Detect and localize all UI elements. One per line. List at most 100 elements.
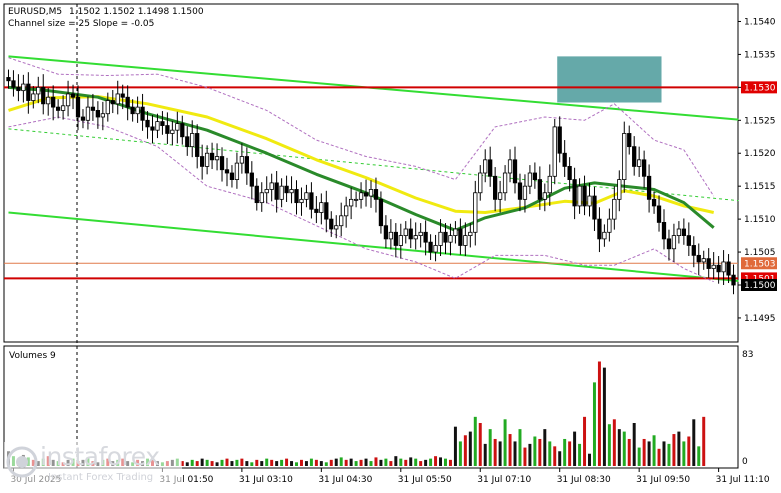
price-tick-label: 1.1520	[744, 149, 776, 159]
candle-body	[348, 198, 354, 207]
candle-body	[691, 245, 696, 256]
candle-body	[716, 264, 721, 273]
candle-body	[607, 218, 612, 233]
candle-body	[651, 198, 657, 207]
candle-body	[701, 258, 706, 263]
candle-body	[160, 121, 165, 126]
candle-body	[259, 192, 264, 204]
candle-body	[269, 182, 274, 190]
candle-body	[637, 159, 642, 167]
candle-body	[438, 231, 443, 246]
candle-body	[125, 96, 130, 108]
candle-body	[219, 156, 225, 171]
quote-label: 1.1502 1.1502 1.1498 1.1500	[69, 7, 204, 17]
candle-body	[711, 264, 716, 269]
candle-body	[339, 215, 344, 227]
candle-body	[522, 185, 528, 200]
candle-body	[363, 192, 369, 197]
candle-body	[726, 261, 731, 276]
candle-body	[721, 261, 726, 273]
level-label-text: 1.1500	[744, 281, 776, 291]
candle-body	[289, 189, 294, 194]
candle-body	[646, 175, 652, 200]
candle-body	[170, 129, 175, 134]
trading-chart[interactable]: 1.1540 1.1535 1.1530 1.1525 1.1520 1.1515 1.15…	[0, 0, 781, 489]
candle-body	[11, 80, 16, 88]
candle-body	[249, 172, 254, 187]
candle-body	[324, 202, 329, 220]
candle-body	[51, 96, 56, 108]
candle-body	[706, 258, 711, 269]
candle-body	[90, 106, 96, 111]
candle-body	[572, 179, 577, 207]
candle-body	[150, 126, 155, 131]
candle-body	[274, 182, 279, 200]
candle-body	[686, 235, 691, 246]
candle-body	[413, 235, 418, 240]
candle-body	[204, 152, 210, 167]
candle-body	[314, 208, 319, 213]
candle-body	[36, 86, 41, 95]
candle-body	[135, 106, 140, 115]
candle-body	[130, 106, 135, 115]
price-tick-label: 1.1515	[744, 182, 776, 192]
candle-body	[304, 192, 309, 200]
candle-body	[641, 159, 647, 177]
level-label-text: 1.1503	[744, 259, 776, 269]
candle-body	[319, 202, 324, 213]
candle-body	[105, 100, 110, 115]
candle-body	[627, 133, 632, 148]
candle-body	[488, 159, 493, 177]
candle-body	[80, 116, 86, 121]
instaforex-watermark: instaforex Instant Forex Trading	[4, 442, 182, 486]
candle-body	[175, 123, 180, 131]
price-tick-label: 1.1505	[744, 248, 776, 258]
candle-body	[70, 93, 76, 98]
candle-body	[120, 93, 125, 98]
candle-body	[473, 192, 478, 233]
candle-body	[200, 156, 205, 167]
candle-body	[344, 205, 349, 217]
candle-body	[264, 189, 269, 194]
candle-body	[497, 192, 503, 200]
candle-body	[507, 159, 513, 174]
candle-body	[537, 179, 542, 200]
candle-body	[656, 205, 662, 223]
candle-body	[681, 228, 686, 236]
candle-body	[56, 106, 61, 111]
candle-body	[468, 231, 473, 236]
candle-body	[334, 225, 339, 230]
time-tick-label: 31 Jul 07:10	[477, 475, 531, 485]
candle-body	[115, 93, 120, 105]
volume-axis-zero: 0	[742, 457, 748, 467]
candle-body	[373, 189, 379, 200]
candle-body	[299, 198, 304, 204]
candle-body	[244, 156, 249, 174]
volume-panel-title: Volumes 9	[9, 351, 56, 361]
candle-body	[16, 86, 21, 92]
candle-body	[676, 228, 682, 236]
candle-body	[60, 105, 66, 111]
time-tick-label: 31 Jul 03:10	[239, 475, 293, 485]
candle-body	[85, 106, 91, 121]
candle-body	[567, 166, 572, 180]
candle-body	[622, 133, 627, 180]
channel-size-label: Channel size = 25 Slope = -0.05	[8, 19, 154, 29]
candle-body	[493, 175, 498, 200]
candle-body	[502, 172, 508, 194]
candle-body	[195, 133, 200, 157]
candle-body	[512, 159, 518, 184]
candle-body	[532, 172, 538, 180]
watermark-brand: instaforex	[40, 442, 160, 471]
candle-body	[517, 182, 523, 200]
candle-body	[234, 162, 240, 180]
candle-body	[433, 245, 438, 253]
candle-body	[423, 231, 428, 243]
symbol-label: EURUSD,M5	[8, 7, 62, 17]
price-tick-label: 1.1525	[744, 116, 776, 126]
candle-body	[398, 235, 403, 246]
candle-body	[587, 195, 592, 207]
candle-body	[284, 185, 289, 194]
candle-body	[552, 126, 557, 177]
candle-body	[483, 159, 488, 174]
